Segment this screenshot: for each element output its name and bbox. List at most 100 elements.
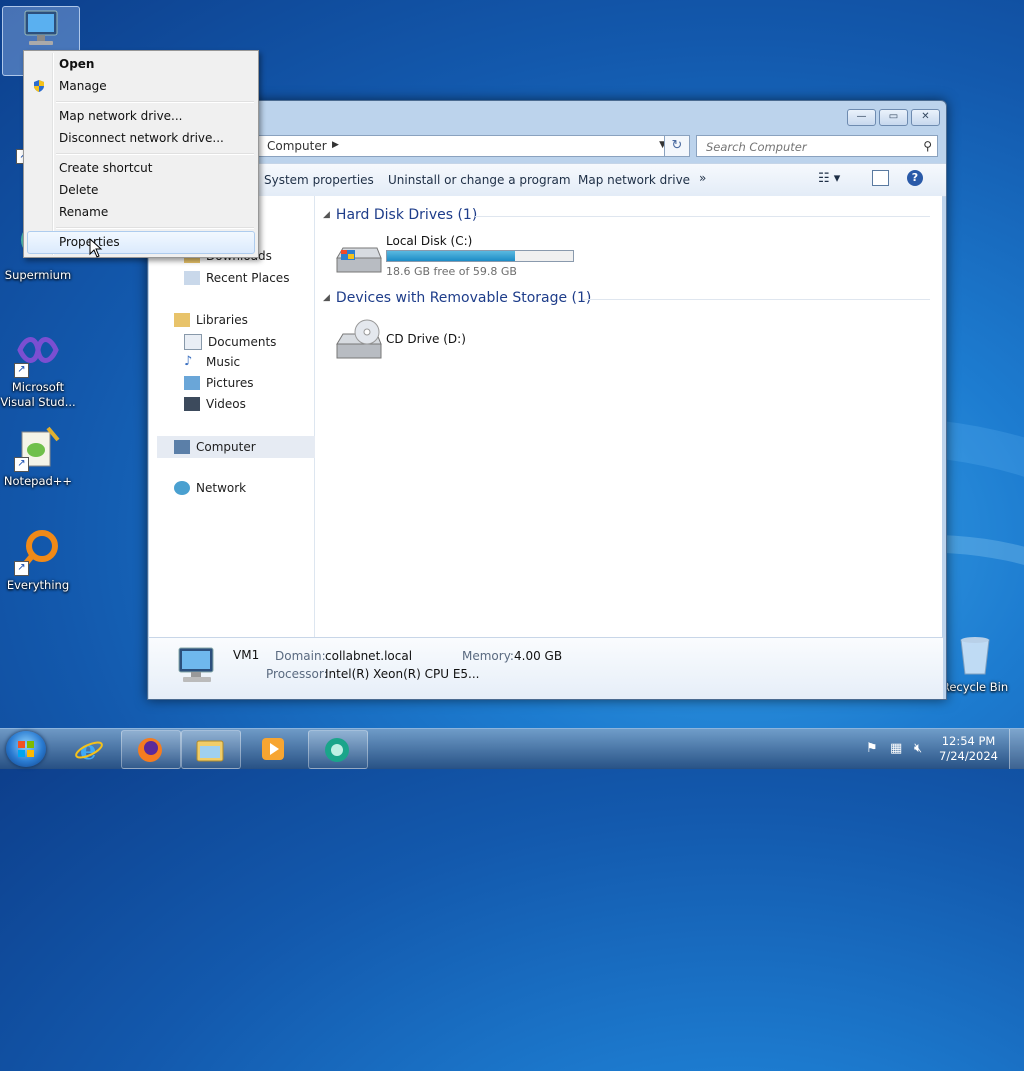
explorer-window[interactable]: — ▭ ✕ Computer ▶ ▼ ↻ ⚲ System properties… [147, 100, 947, 700]
nav-label: Documents [208, 335, 277, 349]
desktop-icon-everything[interactable]: ↗ Everything [0, 528, 76, 593]
group-divider [583, 299, 930, 300]
clock-time: 12:54 PM [941, 734, 996, 748]
change-view-icon[interactable]: ☷ ▾ [818, 171, 840, 186]
nav-item-pictures[interactable]: Pictures [184, 376, 254, 390]
map-network-drive-button[interactable]: Map network drive [578, 173, 690, 187]
pictures-icon [184, 376, 200, 390]
taskbar-windows-explorer[interactable] [181, 730, 241, 769]
menu-item-rename[interactable]: Rename [59, 205, 108, 219]
drive-name: Local Disk (C:) [386, 234, 473, 248]
minimize-button[interactable]: — [847, 109, 876, 126]
nav-item-music[interactable]: ♪ Music [184, 355, 241, 370]
group-header-hdd[interactable]: ◢ Hard Disk Drives (1) [323, 207, 477, 223]
domain-label: Domain: [275, 649, 326, 663]
breadcrumb-arrow-icon[interactable]: ▶ [332, 140, 339, 150]
shortcut-arrow-icon: ↗ [14, 363, 29, 378]
taskbar-internet-explorer[interactable]: e [74, 735, 104, 766]
desktop-icon-label: Everything [6, 578, 70, 592]
menu-separator [56, 227, 254, 229]
menu-item-delete[interactable]: Delete [59, 183, 98, 197]
window-controls: — ▭ ✕ [847, 109, 940, 126]
more-commands-chevron[interactable]: » [699, 171, 706, 185]
svg-text:e: e [80, 736, 97, 763]
content-pane: ◢ Hard Disk Drives (1) Local Disk (C:) 1… [315, 196, 942, 637]
network-tray-icon[interactable]: ▦ [890, 741, 902, 756]
menu-item-manage[interactable]: Manage [59, 79, 107, 93]
search-box[interactable]: ⚲ [696, 135, 938, 157]
refresh-button[interactable]: ↻ [664, 135, 690, 157]
uninstall-program-button[interactable]: Uninstall or change a program [388, 173, 571, 187]
windows-logo-icon [18, 741, 34, 757]
group-header-removable[interactable]: ◢ Devices with Removable Storage (1) [323, 290, 591, 306]
drive-name: CD Drive (D:) [386, 332, 466, 346]
breadcrumb-computer[interactable]: Computer [267, 139, 327, 153]
search-icon[interactable]: ⚲ [923, 139, 932, 153]
nav-label: Videos [206, 397, 246, 411]
computer-icon [17, 7, 65, 55]
action-center-flag-icon[interactable]: ⚑ [866, 741, 878, 756]
computer-name: VM1 [233, 648, 260, 662]
uac-shield-icon [32, 79, 46, 93]
nav-item-documents[interactable]: Documents [184, 334, 276, 350]
taskbar-supermium[interactable] [308, 730, 368, 769]
system-properties-button[interactable]: System properties [264, 173, 374, 187]
computer-icon [178, 647, 214, 682]
drive-usage-fill [387, 251, 516, 261]
shortcut-arrow-icon: ↗ [14, 561, 29, 576]
notepadpp-icon: ↗ [14, 424, 62, 472]
group-divider [475, 216, 930, 217]
nav-label: Recent Places [206, 271, 290, 285]
start-button[interactable] [6, 731, 46, 767]
nav-label: Music [206, 355, 241, 369]
nav-label: Libraries [196, 313, 248, 327]
menu-gutter [52, 53, 54, 255]
menu-item-map-network-drive[interactable]: Map network drive... [59, 109, 183, 123]
desktop-icon-label: Supermium [4, 268, 72, 282]
nav-label: Computer [196, 440, 256, 454]
show-desktop-button[interactable] [1009, 729, 1024, 769]
nav-label: Pictures [206, 376, 254, 390]
maximize-button[interactable]: ▭ [879, 109, 908, 126]
menu-separator [56, 153, 254, 155]
nav-item-network[interactable]: Network [174, 481, 246, 495]
taskbar-firefox[interactable] [121, 730, 181, 769]
desktop-icon-notepadpp[interactable]: ↗ Notepad++ [0, 424, 76, 489]
desktop-icon-recycle-bin[interactable]: Recycle Bin [937, 630, 1013, 695]
close-button[interactable]: ✕ [911, 109, 940, 126]
nav-item-computer[interactable]: Computer [157, 436, 322, 458]
menu-item-create-shortcut[interactable]: Create shortcut [59, 161, 152, 175]
nav-item-recent-places[interactable]: Recent Places [184, 271, 289, 285]
desktop-icon-visual-studio[interactable]: ↗ Microsoft Visual Stud... [0, 330, 76, 410]
help-icon[interactable]: ? [907, 170, 923, 186]
videos-icon [184, 397, 200, 411]
taskbar-media-player[interactable] [259, 735, 287, 766]
refresh-icon: ↻ [671, 138, 683, 153]
taskbar: e ⚑ ▦ 🔇︎ 12:54 PM 7/24/2024 [0, 728, 1024, 769]
nav-item-libraries[interactable]: Libraries [174, 313, 248, 327]
processor-value: Intel(R) Xeon(R) CPU E5... [325, 667, 480, 681]
documents-icon [184, 334, 202, 350]
firefox-icon [138, 738, 162, 762]
details-pane: VM1 Domain: collabnet.local Memory: 4.00… [149, 637, 943, 699]
everything-icon: ↗ [14, 528, 62, 576]
nav-item-videos[interactable]: Videos [184, 397, 246, 411]
desktop-icon-label: Notepad++ [3, 474, 73, 488]
navigation-pane: Downloads Recent Places Libraries Docume… [149, 196, 322, 637]
clock-date: 7/24/2024 [939, 749, 998, 763]
network-icon [174, 481, 190, 495]
preview-pane-icon[interactable] [872, 170, 889, 186]
menu-item-open[interactable]: Open [59, 57, 94, 71]
desktop-icon-label: Microsoft Visual Stud... [0, 380, 76, 409]
menu-separator [56, 101, 254, 103]
hard-drive-icon [336, 247, 382, 273]
recycle-bin-icon [951, 630, 999, 678]
group-title: Devices with Removable Storage (1) [335, 290, 592, 306]
drive-usage-bar [386, 250, 574, 262]
menu-item-disconnect-network-drive[interactable]: Disconnect network drive... [59, 131, 224, 145]
volume-muted-icon[interactable]: 🔇︎ [914, 741, 922, 756]
search-input[interactable] [704, 139, 908, 155]
recent-places-icon [184, 271, 200, 285]
domain-value: collabnet.local [325, 649, 413, 663]
system-clock[interactable]: 12:54 PM 7/24/2024 [939, 734, 998, 764]
